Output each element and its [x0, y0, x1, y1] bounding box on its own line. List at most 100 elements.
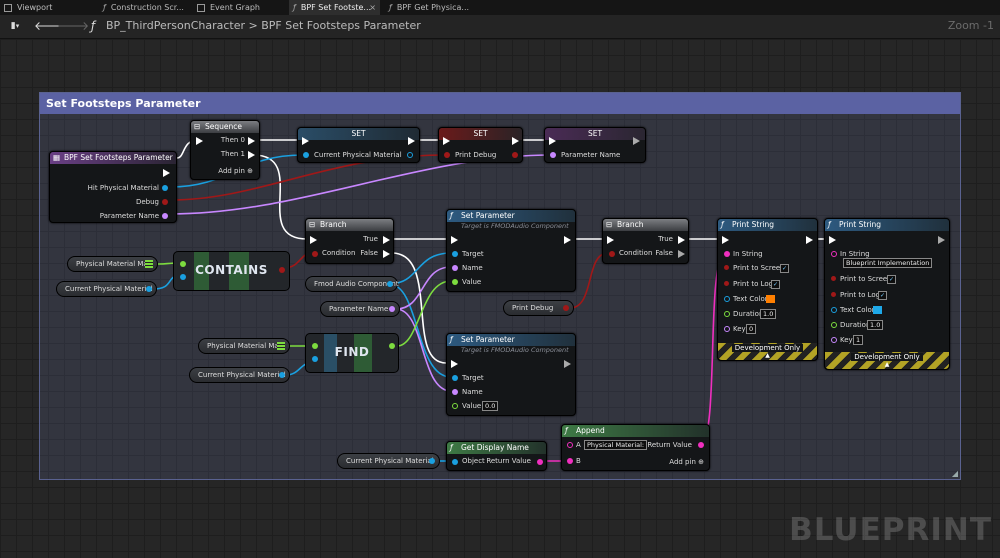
current-physical-material-getter[interactable]: Current Physical Material [189, 367, 290, 383]
fmod-audio-component-getter[interactable]: Fmod Audio Component [305, 276, 399, 292]
bool-out-pin[interactable] [279, 267, 285, 273]
name-pin[interactable] [550, 152, 556, 158]
exec-in-pin[interactable] [310, 236, 317, 244]
print-to-screen-checkbox[interactable]: ✓ [780, 264, 789, 273]
object-pin[interactable] [387, 281, 393, 287]
object-pin[interactable] [146, 286, 152, 292]
bool-pin[interactable] [831, 292, 836, 297]
expand-icon[interactable]: ▲ [718, 353, 817, 359]
name-pin[interactable] [452, 265, 458, 271]
struct-pin[interactable] [831, 307, 837, 313]
a-input[interactable]: Physical Material: [584, 440, 648, 450]
float-pin[interactable] [724, 311, 730, 317]
exec-in-pin[interactable] [451, 360, 458, 368]
exec-in-pin[interactable] [829, 236, 836, 244]
exec-in-pin[interactable] [443, 137, 450, 145]
parameter-name-getter[interactable]: Parameter Name [320, 301, 400, 317]
print-string-node[interactable]: ƒ Print String In String Blueprint Implem… [824, 218, 950, 370]
set-parameter-node[interactable]: ƒ Set Parameter Target is FMODAudio Compo… [446, 333, 576, 416]
string-pin[interactable] [724, 251, 730, 257]
bool-pin[interactable] [724, 265, 729, 270]
in-string-input[interactable]: Blueprint Implementation [843, 258, 933, 268]
get-display-name-node[interactable]: ƒ Get Display Name Object Return Value [446, 441, 547, 471]
bool-pin[interactable] [831, 276, 836, 281]
string-out-pin[interactable] [537, 459, 543, 465]
exec-true-pin[interactable] [383, 236, 390, 244]
key-input[interactable]: 1 [853, 335, 864, 345]
object-pin[interactable] [429, 458, 435, 464]
exec-out-pin[interactable] [512, 137, 519, 145]
physical-material-map-getter[interactable]: Physical Material Map [198, 338, 290, 354]
exec-true-pin[interactable] [678, 236, 685, 244]
append-node[interactable]: ƒ Append A Physical Material: Return Valu… [561, 424, 710, 471]
physical-material-map-getter[interactable]: Physical Material Map [67, 256, 158, 272]
print-debug-getter[interactable]: Print Debug [503, 300, 574, 316]
value-pin[interactable] [452, 403, 458, 409]
set-current-physical-material-node[interactable]: SET Current Physical Material [297, 127, 420, 163]
current-physical-material-getter[interactable]: Current Physical Material [56, 281, 157, 297]
exec-in-pin[interactable] [302, 137, 309, 145]
exec-in-pin[interactable] [451, 236, 458, 244]
string-pin[interactable] [567, 458, 573, 464]
name-pin[interactable] [452, 389, 458, 395]
set-parameter-node[interactable]: ƒ Set Parameter Target is FMODAudio Compo… [446, 209, 576, 292]
bool-pin[interactable] [563, 305, 569, 311]
name-pin[interactable] [724, 326, 730, 332]
target-pin[interactable] [452, 251, 458, 257]
duration-input[interactable]: 1.0 [760, 309, 777, 319]
function-entry-node[interactable]: ▦ BPF Set Footsteps Parameter Hit Physica… [49, 151, 177, 223]
print-to-log-checkbox[interactable]: ✓ [771, 280, 780, 289]
name-pin[interactable] [831, 337, 837, 343]
bool-pin[interactable] [609, 251, 615, 257]
duration-input[interactable]: 1.0 [867, 320, 884, 330]
value-out-pin[interactable] [389, 343, 395, 349]
object-pin[interactable] [452, 459, 458, 465]
add-pin-button[interactable]: Add pin ⊕ [669, 458, 704, 466]
struct-pin[interactable] [724, 296, 730, 302]
key-input[interactable]: 0 [746, 324, 757, 334]
exec-out-pin[interactable] [938, 236, 945, 244]
exec-out-pin[interactable] [248, 137, 255, 145]
exec-out-pin[interactable] [633, 137, 640, 145]
map-pin[interactable] [312, 343, 318, 349]
value-pin[interactable] [452, 279, 458, 285]
sequence-node[interactable]: ⊟ Sequence Then 0 Then 1 Add pin ⊕ [190, 120, 260, 180]
bool-pin[interactable] [162, 199, 168, 205]
print-string-node[interactable]: ƒ Print String In String Print to Screen … [717, 218, 818, 361]
bool-pin[interactable] [724, 281, 729, 286]
exec-out-pin[interactable] [163, 169, 170, 177]
branch-node[interactable]: ⊟ Branch True Condition False [305, 218, 394, 264]
name-pin[interactable] [162, 213, 168, 219]
object-pin[interactable] [279, 372, 285, 378]
exec-out-pin[interactable] [564, 360, 571, 368]
exec-false-pin[interactable] [678, 250, 685, 258]
text-color-swatch[interactable] [766, 295, 775, 303]
string-out-pin[interactable] [698, 442, 704, 448]
find-node[interactable]: FIND [305, 333, 399, 373]
exec-in-pin[interactable] [722, 236, 729, 244]
add-pin-button[interactable]: Add pin ⊕ [218, 167, 253, 175]
text-color-swatch[interactable] [873, 306, 882, 314]
object-pin[interactable] [162, 185, 168, 191]
contains-node[interactable]: CONTAINS [173, 251, 290, 291]
print-to-screen-checkbox[interactable]: ✓ [887, 275, 896, 284]
exec-in-pin[interactable] [549, 137, 556, 145]
string-pin[interactable] [567, 442, 573, 448]
exec-out-pin[interactable] [564, 236, 571, 244]
key-pin[interactable] [312, 356, 318, 362]
name-pin[interactable] [389, 306, 395, 312]
print-to-log-checkbox[interactable]: ✓ [878, 291, 887, 300]
bool-out-pin[interactable] [512, 152, 518, 158]
exec-false-pin[interactable] [383, 250, 390, 258]
string-pin[interactable] [831, 251, 837, 257]
map-pin[interactable] [180, 261, 186, 267]
bool-pin[interactable] [312, 251, 318, 257]
set-parameter-name-node[interactable]: SET Parameter Name [544, 127, 646, 163]
exec-out-pin[interactable] [248, 151, 255, 159]
exec-in-pin[interactable] [607, 236, 614, 244]
value-input[interactable]: 0.0 [482, 401, 499, 411]
expand-icon[interactable]: ▲ [825, 362, 949, 368]
exec-out-pin[interactable] [408, 137, 415, 145]
key-pin[interactable] [180, 274, 186, 280]
object-out-pin[interactable] [407, 152, 413, 158]
